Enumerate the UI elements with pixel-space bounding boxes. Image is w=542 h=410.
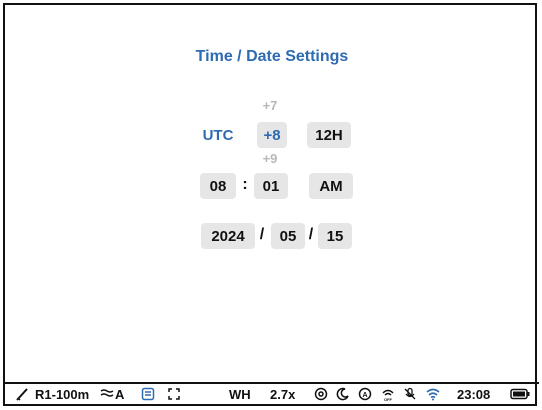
day-field[interactable]: 15 xyxy=(318,223,352,249)
wifi-icon xyxy=(426,386,440,402)
focus-frame-icon xyxy=(167,386,181,402)
profile-label: R1-100m xyxy=(35,386,90,402)
time-separator: : xyxy=(242,176,248,193)
target-icon xyxy=(314,386,328,402)
ampm-toggle[interactable]: AM xyxy=(309,173,353,199)
clock-time: 23:08 xyxy=(457,386,491,402)
svg-text:OFF: OFF xyxy=(384,397,393,401)
utc-offset-prev[interactable]: +7 xyxy=(257,98,283,113)
night-mode-icon xyxy=(336,386,350,402)
recording-icon xyxy=(141,386,155,402)
color-mode-label: WH xyxy=(229,386,251,402)
utc-label: UTC xyxy=(202,126,234,144)
microphone-off-icon xyxy=(403,386,417,402)
hour-field[interactable]: 08 xyxy=(200,173,236,199)
mode-suffix: A xyxy=(115,386,125,402)
battery-icon xyxy=(510,386,530,402)
settings-screen: Time / Date Settings +7 UTC +8 12H +9 08… xyxy=(3,3,539,406)
utc-offset-next[interactable]: +9 xyxy=(257,151,283,166)
utc-offset-selector[interactable]: +8 xyxy=(257,122,287,148)
minute-field[interactable]: 01 xyxy=(254,173,288,199)
auto-mode-icon: A xyxy=(358,386,372,402)
svg-text:A: A xyxy=(362,392,367,399)
wifi-off-icon: OFF xyxy=(381,386,395,402)
zoom-level: 2.7x xyxy=(270,386,296,402)
rangefinder-icon xyxy=(15,386,29,402)
hour-format-toggle[interactable]: 12H xyxy=(307,122,351,148)
year-field[interactable]: 2024 xyxy=(201,223,255,249)
date-separator-1: / xyxy=(259,226,265,243)
stabilizer-icon xyxy=(100,386,114,402)
page-title: Time / Date Settings xyxy=(195,48,349,65)
month-field[interactable]: 05 xyxy=(271,223,305,249)
date-separator-2: / xyxy=(308,226,314,243)
status-bar: R1-100m A WH 2.7x A OFF 23:08 xyxy=(5,382,539,404)
